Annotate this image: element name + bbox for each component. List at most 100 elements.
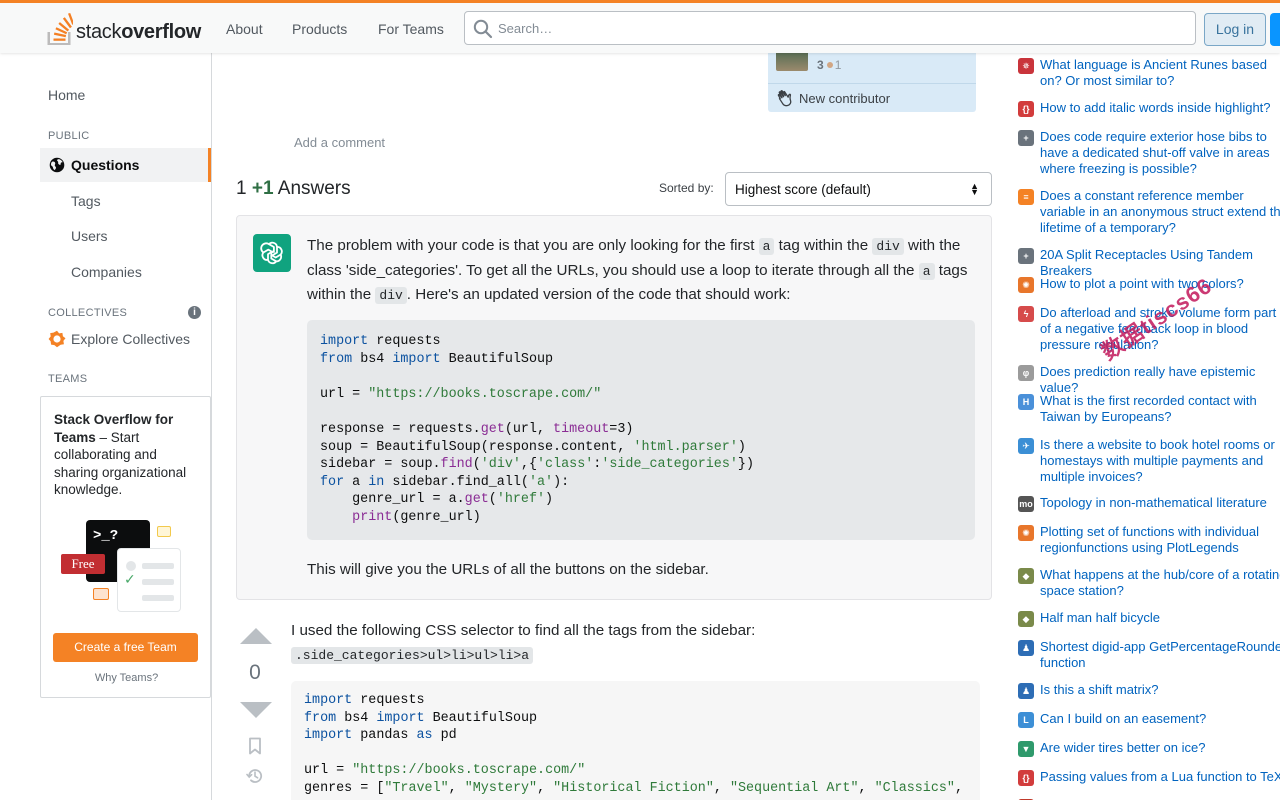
hot-question-link[interactable]: Does a constant reference member variabl… xyxy=(1040,188,1280,237)
user-card: 31 New contributor xyxy=(768,53,976,112)
terminal-text: >_? xyxy=(93,528,119,544)
chat-bubble-icon xyxy=(157,526,171,537)
nav-about[interactable]: About xyxy=(224,17,265,41)
logo-text: stackoverflow xyxy=(76,21,202,43)
hot-question-link[interactable]: 20A Split Receptacles Using Tandem Break… xyxy=(1040,247,1280,279)
hot-question-link[interactable]: Passing values from a Lua function to Te… xyxy=(1040,769,1280,785)
checkmark-icon: ✓ xyxy=(124,571,136,587)
user-reputation: 31 xyxy=(817,58,842,72)
answers-header: 1 +1 Answers xyxy=(236,178,351,199)
hot-question-link[interactable]: Are wider tires better on ice? xyxy=(1040,740,1280,756)
hot-question-link[interactable]: Topology in non-mathematical literature xyxy=(1040,495,1280,511)
hot-question-link[interactable]: Does code require exterior hose bibs to … xyxy=(1040,129,1280,178)
nav-home[interactable]: Home xyxy=(48,87,85,103)
hot-question-link[interactable]: Plotting set of functions with individua… xyxy=(1040,524,1280,556)
public-heading: PUBLIC xyxy=(48,130,90,142)
hot-question-link[interactable]: Half man half bicycle xyxy=(1040,610,1280,626)
hot-question-link[interactable]: What happens at the hub/core of a rotati… xyxy=(1040,567,1280,599)
collectives-star-icon xyxy=(48,330,66,348)
main-content: 31 New contributor Add a comment 1 +1 An… xyxy=(212,53,1002,800)
hot-question-link[interactable]: Is this a shift matrix? xyxy=(1040,682,1280,698)
history-icon: H xyxy=(1018,394,1034,410)
signup-button[interactable] xyxy=(1270,13,1280,46)
openai-icon xyxy=(260,241,283,265)
hot-network-questions: ✵ What language is Ancient Runes based on… xyxy=(1002,53,1280,800)
hot-question-link[interactable]: What is the first recorded contact with … xyxy=(1040,393,1280,425)
sort-label: Sorted by: xyxy=(659,181,714,195)
downvote-arrow-icon[interactable] xyxy=(238,701,274,719)
chat-bubble-orange-icon xyxy=(93,588,109,600)
teams-promo: Stack Overflow for Teams – Start collabo… xyxy=(40,396,211,698)
bookmark-icon[interactable] xyxy=(247,737,263,755)
mathematica-icon: ✺ xyxy=(1018,277,1034,293)
ai-answer-text: The problem with your code is that you a… xyxy=(307,237,968,305)
teams-illustration: >_? ✓ Free xyxy=(61,518,187,614)
ai-answer: The problem with your code is that you a… xyxy=(236,215,992,600)
tex-icon: {} xyxy=(1018,770,1034,786)
travel-icon: ✈ xyxy=(1018,438,1034,454)
top-bar: stackoverflow About Products For Teams L… xyxy=(0,0,1280,53)
diy-icon: + xyxy=(1018,130,1034,146)
bicycles-icon: ▼ xyxy=(1018,741,1034,757)
teams-promo-text: Stack Overflow for Teams – Start collabo… xyxy=(54,412,187,497)
tex-icon: {} xyxy=(1018,101,1034,117)
hot-question-link[interactable]: Does prediction really have epistemic va… xyxy=(1040,364,1280,396)
search-icon xyxy=(473,19,493,39)
hot-question-link[interactable]: Is there a website to book hotel rooms o… xyxy=(1040,437,1280,486)
law-icon: L xyxy=(1018,712,1034,728)
code-block[interactable]: import requests from bs4 import Beautifu… xyxy=(291,681,980,800)
explore-collectives-label: Explore Collectives xyxy=(71,331,191,347)
select-caret-icon: ▲ ▼ xyxy=(970,181,979,197)
wave-hand-icon xyxy=(777,90,792,107)
add-comment-link[interactable]: Add a comment xyxy=(294,135,385,150)
worldbuilding-icon: ◆ xyxy=(1018,568,1034,584)
free-badge: Free xyxy=(61,554,105,574)
history-icon[interactable] xyxy=(246,767,264,785)
sort-select[interactable]: Highest score (default) ▲ ▼ xyxy=(725,172,992,206)
worldbuilding-icon: ◆ xyxy=(1018,611,1034,627)
info-icon[interactable]: i xyxy=(188,306,201,319)
create-team-button[interactable]: Create a free Team xyxy=(53,633,198,662)
nav-questions-label: Questions xyxy=(71,157,140,173)
teams-heading: TEAMS xyxy=(48,373,88,385)
hot-question-link[interactable]: What language is Ancient Runes based on?… xyxy=(1040,57,1280,89)
hot-question-link[interactable]: How to plot a point with two colors? xyxy=(1040,276,1280,292)
stackoverflow-logo-icon xyxy=(47,13,73,45)
upvote-arrow-icon[interactable] xyxy=(238,627,274,645)
nav-companies[interactable]: Companies xyxy=(71,264,142,280)
search-input[interactable] xyxy=(498,12,1188,44)
hot-question-link[interactable]: Shortest digid-app GetPercentageRounded … xyxy=(1040,639,1280,671)
search-box[interactable] xyxy=(464,11,1196,45)
nav-questions[interactable]: Questions xyxy=(40,148,211,182)
codegolf-icon: ♟ xyxy=(1018,683,1034,699)
mathematica-icon: ✺ xyxy=(1018,525,1034,541)
sort-select-value: Highest score (default) xyxy=(735,182,871,197)
stackoverflow-icon: ≡ xyxy=(1018,189,1034,205)
collectives-heading: COLLECTIVES xyxy=(48,307,128,319)
left-sidebar: Home PUBLIC Questions Tags Users Compani… xyxy=(0,53,212,800)
ai-answer-footer: This will give you the URLs of all the b… xyxy=(307,561,709,578)
nav-for-teams[interactable]: For Teams xyxy=(376,17,446,41)
globe-icon xyxy=(49,157,65,173)
hot-question-link[interactable]: How to add italic words inside highlight… xyxy=(1040,100,1280,116)
rpg-icon: ✵ xyxy=(1018,58,1034,74)
stackoverflow-logo[interactable]: stackoverflow xyxy=(47,11,201,45)
why-teams-link[interactable]: Why Teams? xyxy=(41,672,212,684)
bronze-badge-icon xyxy=(826,62,833,69)
nav-tags[interactable]: Tags xyxy=(71,193,101,209)
nav-products[interactable]: Products xyxy=(290,17,349,41)
philosophy-icon: φ xyxy=(1018,365,1034,381)
nav-users[interactable]: Users xyxy=(71,228,108,244)
answer-2: 0 I used the following CSS selector to f… xyxy=(236,611,1002,800)
biology-icon: ϟ xyxy=(1018,306,1034,322)
mathoverflow-icon: mo xyxy=(1018,496,1034,512)
diy-icon: + xyxy=(1018,248,1034,264)
login-button[interactable]: Log in xyxy=(1204,13,1266,46)
hot-question-link[interactable]: Can I build on an easement? xyxy=(1040,711,1280,727)
avatar[interactable] xyxy=(776,53,808,71)
codegolf-icon: ♟ xyxy=(1018,640,1034,656)
vote-count: 0 xyxy=(249,661,261,684)
answer-2-text: I used the following CSS selector to fin… xyxy=(291,622,756,664)
chatgpt-avatar[interactable] xyxy=(253,234,291,272)
code-block[interactable]: import requests from bs4 import Beautifu… xyxy=(307,320,975,540)
